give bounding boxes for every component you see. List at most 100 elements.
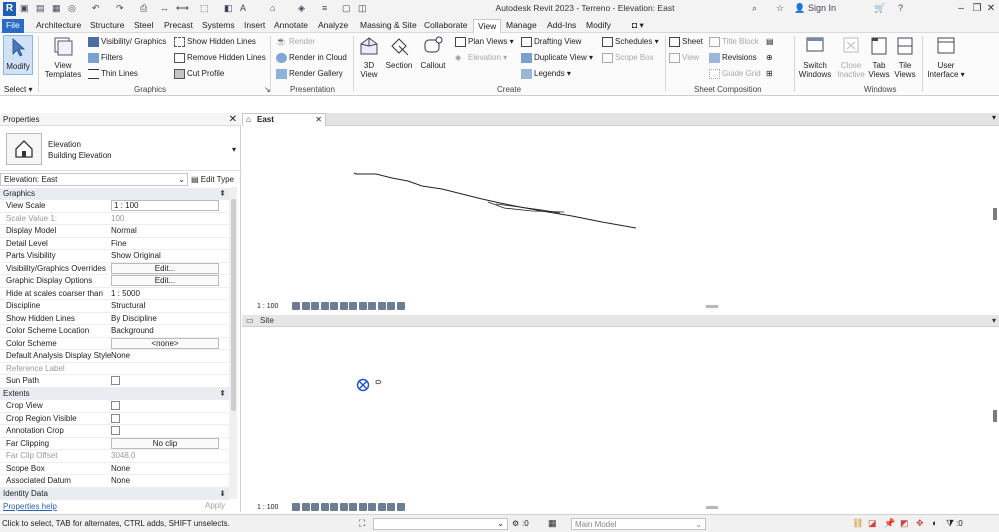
contextual-tab-dropdown-icon[interactable]: ◘ ▾ [628, 19, 648, 33]
render-button[interactable]: ☕ Render [276, 37, 315, 47]
tab-steel[interactable]: Steel [130, 19, 157, 33]
worksets-icon[interactable]: ⛶ [359, 518, 365, 529]
property-button[interactable]: Edit... [111, 262, 219, 274]
guide-grid-button[interactable]: Guide Grid [709, 69, 761, 79]
render-in-cloud-button[interactable]: Render in Cloud [276, 53, 347, 63]
remove-hidden-lines-button[interactable]: Remove Hidden Lines [174, 53, 266, 63]
property-row[interactable]: Annotation Crop [0, 425, 229, 438]
horizontal-scroll-thumb[interactable] [706, 305, 718, 308]
property-row[interactable]: Scope Box None [0, 463, 229, 475]
group-graphics[interactable]: Graphics ⇞ [0, 188, 229, 200]
property-row[interactable]: View Scale 1 : 100 [0, 200, 229, 213]
revisions-button[interactable]: Revisions [709, 53, 757, 63]
property-row[interactable]: Detail Level Fine [0, 238, 229, 250]
design-option-dropdown[interactable]: Main Model ⌄ [571, 518, 706, 530]
schedules-dropdown[interactable]: Schedules ▾ [602, 37, 659, 47]
title-block-button[interactable]: Title Block [709, 37, 759, 47]
site-view-scale-label[interactable]: 1 : 100 [257, 504, 278, 511]
property-row[interactable]: Reference Label [0, 363, 229, 375]
tab-annotate[interactable]: Annotate [270, 19, 312, 33]
view-dropdown-icon[interactable]: ▾ [992, 315, 996, 327]
select-links-icon[interactable]: ⛓ [852, 518, 863, 529]
close-icon[interactable]: ✕ [984, 2, 998, 16]
tab-precast[interactable]: Precast [160, 19, 197, 33]
property-row[interactable]: Parts Visibility Show Original [0, 250, 229, 263]
active-workset-dropdown[interactable]: ⌄ [373, 518, 508, 530]
search-icon[interactable]: ⌕ [752, 3, 757, 15]
property-row[interactable]: Visibility/Graphics Overrides Edit... [0, 262, 229, 275]
close-icon[interactable]: ✕ [315, 114, 322, 126]
drag-on-selection-icon[interactable]: ✥ [916, 518, 924, 529]
modify-button[interactable]: Modify [3, 35, 33, 75]
place-view-button[interactable]: View [669, 53, 699, 63]
switch-windows-icon[interactable]: ◫ [358, 3, 367, 15]
property-row[interactable]: Color Scheme Location Background [0, 325, 229, 338]
redo-icon[interactable]: ↷ [116, 3, 124, 15]
group-extents[interactable]: Extents ⇞ [0, 388, 229, 400]
show-hidden-lines-button[interactable]: Show Hidden Lines [174, 37, 256, 47]
tag-by-category-icon[interactable]: ◧ [224, 3, 233, 15]
property-checkbox[interactable] [111, 401, 120, 410]
property-row[interactable]: Crop View [0, 400, 229, 413]
filter-icon[interactable]: ⧩ [946, 518, 954, 529]
thin-lines-button[interactable]: Thin Lines [88, 69, 138, 79]
tab-structure[interactable]: Structure [86, 19, 129, 33]
property-button[interactable]: <none> [111, 337, 219, 349]
property-button[interactable]: Edit... [111, 275, 219, 286]
drafting-view-button[interactable]: Drafting View [521, 37, 581, 47]
text-icon[interactable]: A [240, 3, 246, 15]
revit-app-icon[interactable]: R [3, 2, 16, 16]
property-row[interactable]: Associated Datum None [0, 475, 229, 488]
thin-lines-icon[interactable]: ≡ [322, 3, 327, 15]
infocenter-star-icon[interactable]: ☆ [776, 3, 784, 15]
tab-architecture[interactable]: Architecture [32, 19, 85, 33]
edit-type-button[interactable]: ▤ Edit Type [191, 173, 239, 186]
view-site-window[interactable]: ▭ Site ▾ 1 : 100 [242, 315, 999, 514]
tab-view[interactable]: View [473, 19, 502, 33]
property-checkbox[interactable] [111, 413, 120, 423]
switch-windows-dropdown[interactable]: Switch Windows [798, 35, 832, 79]
tab-modify[interactable]: Modify [582, 19, 615, 33]
render-gallery-button[interactable]: Render Gallery [276, 69, 343, 79]
tab-collaborate[interactable]: Collaborate [420, 19, 471, 33]
select-dropdown[interactable]: Select ▾ [4, 85, 32, 95]
view-east-window[interactable]: ⌂ East ✕ 1 : 100 ▾ [242, 113, 999, 313]
property-checkbox[interactable] [111, 426, 120, 435]
duplicate-view-dropdown[interactable]: Duplicate View ▾ [521, 53, 593, 63]
select-by-face-icon[interactable]: ◩ [900, 518, 909, 529]
callout-button[interactable]: Callout [418, 35, 448, 70]
view-dropdown-icon[interactable]: ▾ [992, 113, 996, 122]
property-row[interactable]: Graphic Display Options Edit... [0, 275, 229, 288]
user-icon[interactable]: 👤 [794, 3, 805, 15]
collapse-icon[interactable]: ⇞ [219, 388, 226, 400]
filters-button[interactable]: Filters [88, 53, 123, 63]
background-processes-icon[interactable]: ◐ [932, 518, 937, 528]
property-button[interactable]: No clip [111, 437, 219, 449]
tab-massing-site[interactable]: Massing & Site [356, 19, 421, 33]
default-3d-icon[interactable]: ⌂ [270, 3, 275, 15]
undo-icon[interactable]: ↶ [92, 3, 100, 15]
close-hidden-icon[interactable]: ▢ [342, 3, 351, 15]
section-button[interactable]: Section [384, 35, 414, 70]
aligned-dimension-icon[interactable]: ⟷ [176, 3, 189, 15]
tab-analyze[interactable]: Analyze [314, 19, 352, 33]
properties-scroll-thumb[interactable] [231, 199, 236, 411]
sheet-button[interactable]: Sheet [669, 37, 703, 47]
tab-file[interactable]: File [2, 19, 24, 33]
properties-help-link[interactable]: Properties help [3, 502, 57, 511]
property-row[interactable]: Scale Value 1: 100 [0, 213, 229, 225]
property-row[interactable]: Far Clip Offset 3048.0 [0, 450, 229, 463]
graphics-panel-launcher-icon[interactable]: ↘ [264, 85, 271, 94]
view-reference-icon[interactable]: ⊕ [766, 53, 773, 63]
instance-filter-dropdown[interactable]: Elevation: East ⌄ [0, 173, 188, 186]
visibility-graphics-button[interactable]: Visibility/ Graphics [88, 37, 166, 47]
vertical-scroll-thumb[interactable] [993, 410, 997, 422]
tab-add-ins[interactable]: Add-Ins [543, 19, 580, 33]
property-row[interactable]: Crop Region Visible [0, 413, 229, 425]
print-icon[interactable]: ⎙ [140, 3, 147, 15]
maximize-icon[interactable]: ❐ [970, 2, 984, 16]
select-underlay-icon[interactable]: ◪ [868, 518, 877, 529]
tab-insert[interactable]: Insert [240, 19, 269, 33]
property-value[interactable]: 1 : 100 [111, 200, 219, 211]
measure-icon[interactable]: ↔ [160, 3, 169, 15]
